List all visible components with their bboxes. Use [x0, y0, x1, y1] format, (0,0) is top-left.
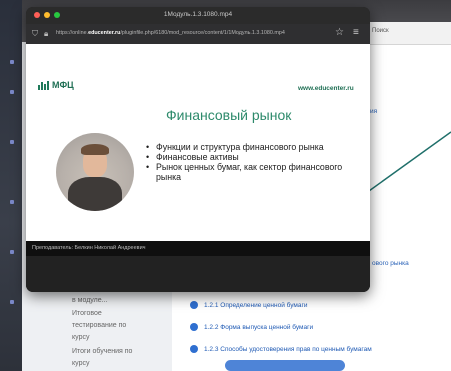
lecturer-photo [56, 133, 134, 211]
address-bar[interactable]: ⛉ 🔒︎ https://online.educenter.ru/pluginf… [26, 24, 370, 44]
url-text[interactable]: https://online.educenter.ru/pluginfile.p… [56, 30, 285, 36]
logo-text: МФЦ [52, 80, 74, 90]
menu-icon[interactable]: ≡ [353, 27, 359, 38]
video-window: 1Модуль.1.3.1080.mp4 ⛉ 🔒︎ https://online… [26, 7, 370, 292]
slide-bullets: Функции и структура финансового рынка Фи… [144, 142, 344, 182]
bullet-item: Финансовые активы [144, 152, 344, 162]
bookmark-star-icon[interactable]: ☆ [335, 27, 344, 38]
lecturer-caption: Преподаватель: Белкин Николай Андреевич [32, 245, 146, 251]
site-url: www.educenter.ru [298, 85, 354, 92]
lecturer-caption-bar: Преподаватель: Белкин Николай Андреевич [26, 241, 370, 257]
bullet-item: Функции и структура финансового рынка [144, 142, 344, 152]
lock-icon[interactable]: 🔒︎ [44, 29, 48, 39]
logo-bars-icon [38, 80, 49, 90]
window-titlebar[interactable]: 1Модуль.1.3.1080.mp4 [26, 7, 370, 24]
video-frame[interactable]: МФЦ www.educenter.ru Финансовый рынок Фу… [26, 44, 370, 257]
mfc-logo: МФЦ [38, 80, 74, 90]
shield-icon[interactable]: ⛉ [32, 29, 38, 39]
connector-stroke [361, 131, 451, 197]
video-controls-area[interactable] [26, 256, 370, 292]
bullet-item: Рынок ценных бумаг, как сектор финансово… [144, 162, 344, 182]
window-title: 1Модуль.1.3.1080.mp4 [163, 11, 233, 18]
slide-title: Финансовый рынок [166, 107, 292, 123]
